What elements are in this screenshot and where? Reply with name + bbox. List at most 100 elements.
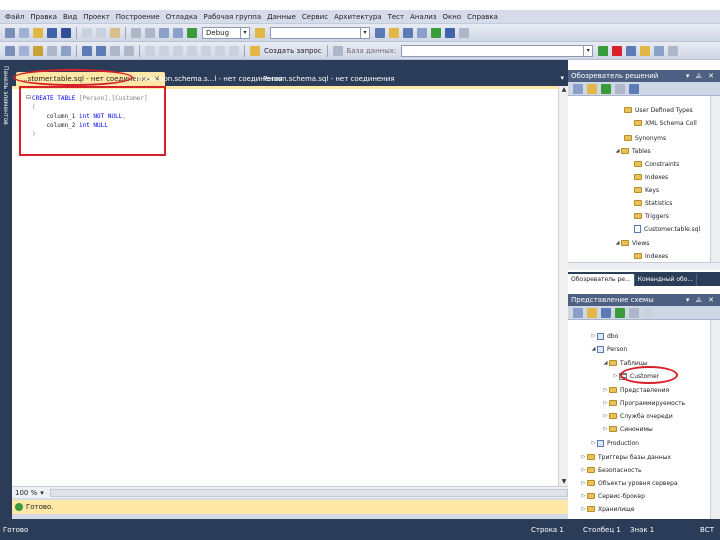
expanded-arrow-icon[interactable]: ◢ (590, 346, 597, 352)
tree-item-server-objects[interactable]: ▷ Объекты уровня сервера (580, 477, 678, 489)
bookmark-icon[interactable] (145, 45, 155, 56)
show-all-files-icon[interactable] (587, 83, 597, 94)
menu-edit[interactable]: Правка (27, 13, 60, 21)
menu-file[interactable]: Файл (2, 13, 27, 21)
menu-team[interactable]: Рабочая группа (200, 13, 264, 21)
tab-solution-explorer[interactable]: Обозреватель ре... (568, 274, 635, 286)
tree-item-xml-schema[interactable]: XML Schema Coll (634, 117, 697, 129)
menu-test[interactable]: Тест (385, 13, 408, 21)
object-browser-icon[interactable] (417, 27, 427, 38)
tab-list-dropdown-icon[interactable]: ▾ (560, 74, 564, 82)
view-code-icon[interactable] (615, 83, 625, 94)
collapse-all-icon[interactable] (629, 307, 639, 318)
menu-data[interactable]: Данные (264, 13, 299, 21)
new-query-button[interactable]: Создать запрос (264, 47, 322, 55)
properties-icon[interactable] (573, 307, 583, 318)
comment-icon[interactable] (110, 45, 120, 56)
schema-compare-icon[interactable] (5, 45, 15, 56)
editor-horizontal-scrollbar[interactable] (49, 488, 568, 497)
collapsed-arrow-icon[interactable]: ▷ (580, 480, 587, 486)
bookmark-prev-icon[interactable] (159, 45, 169, 56)
undo-icon[interactable] (131, 27, 141, 38)
toolbox-strip[interactable]: Панель элементов (0, 60, 12, 519)
tree-item-indexes[interactable]: Indexes (634, 171, 668, 183)
tree-item-dbo[interactable]: ▷ dbo (590, 330, 618, 342)
tree-item-synonyms[interactable]: Synonyms (624, 132, 666, 144)
configuration-combo[interactable]: Debug ▾ (202, 26, 250, 39)
tree-item-production[interactable]: ▷ Production (590, 437, 639, 449)
editor-vertical-scrollbar[interactable]: ▲ ▼ (558, 86, 568, 486)
tree-item-programmability[interactable]: ▷ Программируемость (602, 397, 686, 409)
collapsed-arrow-icon[interactable]: ▷ (602, 426, 609, 432)
results-to-grid-icon[interactable] (640, 45, 651, 56)
start-page-icon[interactable] (445, 27, 455, 38)
tree-item-user-defined-types[interactable]: User Defined Types (624, 104, 693, 116)
properties-icon[interactable] (403, 27, 413, 38)
disconnect-icon[interactable] (61, 45, 71, 56)
database-icon[interactable] (33, 45, 43, 56)
menu-build[interactable]: Построение (113, 13, 163, 21)
cut-icon[interactable] (82, 27, 92, 38)
solution-explorer-scrollbar[interactable] (710, 96, 720, 262)
tab-person-schema[interactable]: Person.schema.sql - нет соединения (258, 72, 400, 86)
database-combo[interactable]: ▾ (401, 44, 594, 57)
collapsed-arrow-icon[interactable]: ▷ (580, 454, 587, 460)
bookmark-folder-icon[interactable] (201, 45, 211, 56)
tree-item-views[interactable]: ▷ Представления (602, 384, 670, 396)
expanded-arrow-icon[interactable]: ◢ (614, 240, 621, 246)
menu-tools[interactable]: Сервис (299, 13, 331, 21)
zoom-level[interactable]: 100 % (15, 489, 37, 497)
bookmark-toggle-icon[interactable] (229, 45, 239, 56)
collapsed-arrow-icon[interactable]: ▷ (602, 413, 609, 419)
cancel-execute-icon[interactable] (612, 45, 623, 56)
collapsed-arrow-icon[interactable]: ▷ (590, 333, 597, 339)
solution-explorer-hscrollbar[interactable] (568, 262, 720, 270)
new-query-icon[interactable] (250, 45, 260, 56)
tree-item-triggers[interactable]: Triggers (634, 210, 669, 222)
filter-icon[interactable] (587, 307, 597, 318)
panel-controls-icon[interactable]: ▾ ⨹ ✕ (686, 294, 716, 306)
tree-item-tables[interactable]: ◢ Tables (614, 145, 651, 157)
bookmark-clear-icon[interactable] (187, 45, 197, 56)
bookmark-next-icon[interactable] (173, 45, 183, 56)
bookmark-list-icon[interactable] (215, 45, 225, 56)
results-to-text-icon[interactable] (654, 45, 665, 56)
menu-window[interactable]: Окно (440, 13, 465, 21)
menu-architecture[interactable]: Архитектура (331, 13, 385, 21)
menu-analyze[interactable]: Анализ (407, 13, 439, 21)
menu-debug[interactable]: Отладка (163, 13, 201, 21)
tree-item-storage[interactable]: ▷ Хранилище (580, 503, 635, 515)
tree-item-security[interactable]: ▷ Безопасность (580, 464, 642, 476)
new-item-icon[interactable] (643, 307, 653, 318)
tree-item-statistics[interactable]: Statistics (634, 197, 672, 209)
connect-icon[interactable] (47, 45, 57, 56)
toolbox-icon[interactable] (431, 27, 441, 38)
add-item-icon[interactable] (19, 27, 29, 38)
find-in-files-icon[interactable] (375, 27, 385, 38)
properties-icon[interactable] (573, 83, 583, 94)
view-designer-icon[interactable] (629, 83, 639, 94)
menu-view[interactable]: Вид (60, 13, 80, 21)
menu-project[interactable]: Проект (80, 13, 113, 21)
tree-item-person[interactable]: ◢ Person (590, 343, 627, 355)
tree-item-synonyms[interactable]: ▷ Синонимы (602, 423, 653, 435)
tree-item-service-broker[interactable]: ▷ Сервис-брокер (580, 490, 645, 502)
change-connection-icon[interactable] (332, 45, 343, 56)
collapsed-arrow-icon[interactable]: ▷ (580, 467, 587, 473)
expanded-arrow-icon[interactable]: ◢ (614, 148, 621, 154)
schema-view-title[interactable]: Представление схемы ▾ ⨹ ✕ (568, 294, 720, 306)
navigate-back-icon[interactable] (159, 27, 169, 38)
find-combo[interactable]: ▾ (270, 26, 370, 39)
redo-icon[interactable] (145, 27, 155, 38)
results-pane-icon[interactable] (668, 45, 679, 56)
indent-icon[interactable] (82, 45, 92, 56)
navigate-forward-icon[interactable] (173, 27, 183, 38)
expanded-arrow-icon[interactable]: ◢ (602, 360, 609, 366)
find-icon[interactable] (255, 27, 265, 38)
panel-controls-icon[interactable]: ▾ ⨹ ✕ (686, 70, 716, 82)
tree-item-customer-table-sql[interactable]: Customer.table.sql (634, 223, 700, 235)
collapsed-arrow-icon[interactable]: ▷ (612, 373, 619, 379)
save-icon[interactable] (47, 27, 57, 38)
save-all-icon[interactable] (61, 27, 71, 38)
uncomment-icon[interactable] (124, 45, 134, 56)
